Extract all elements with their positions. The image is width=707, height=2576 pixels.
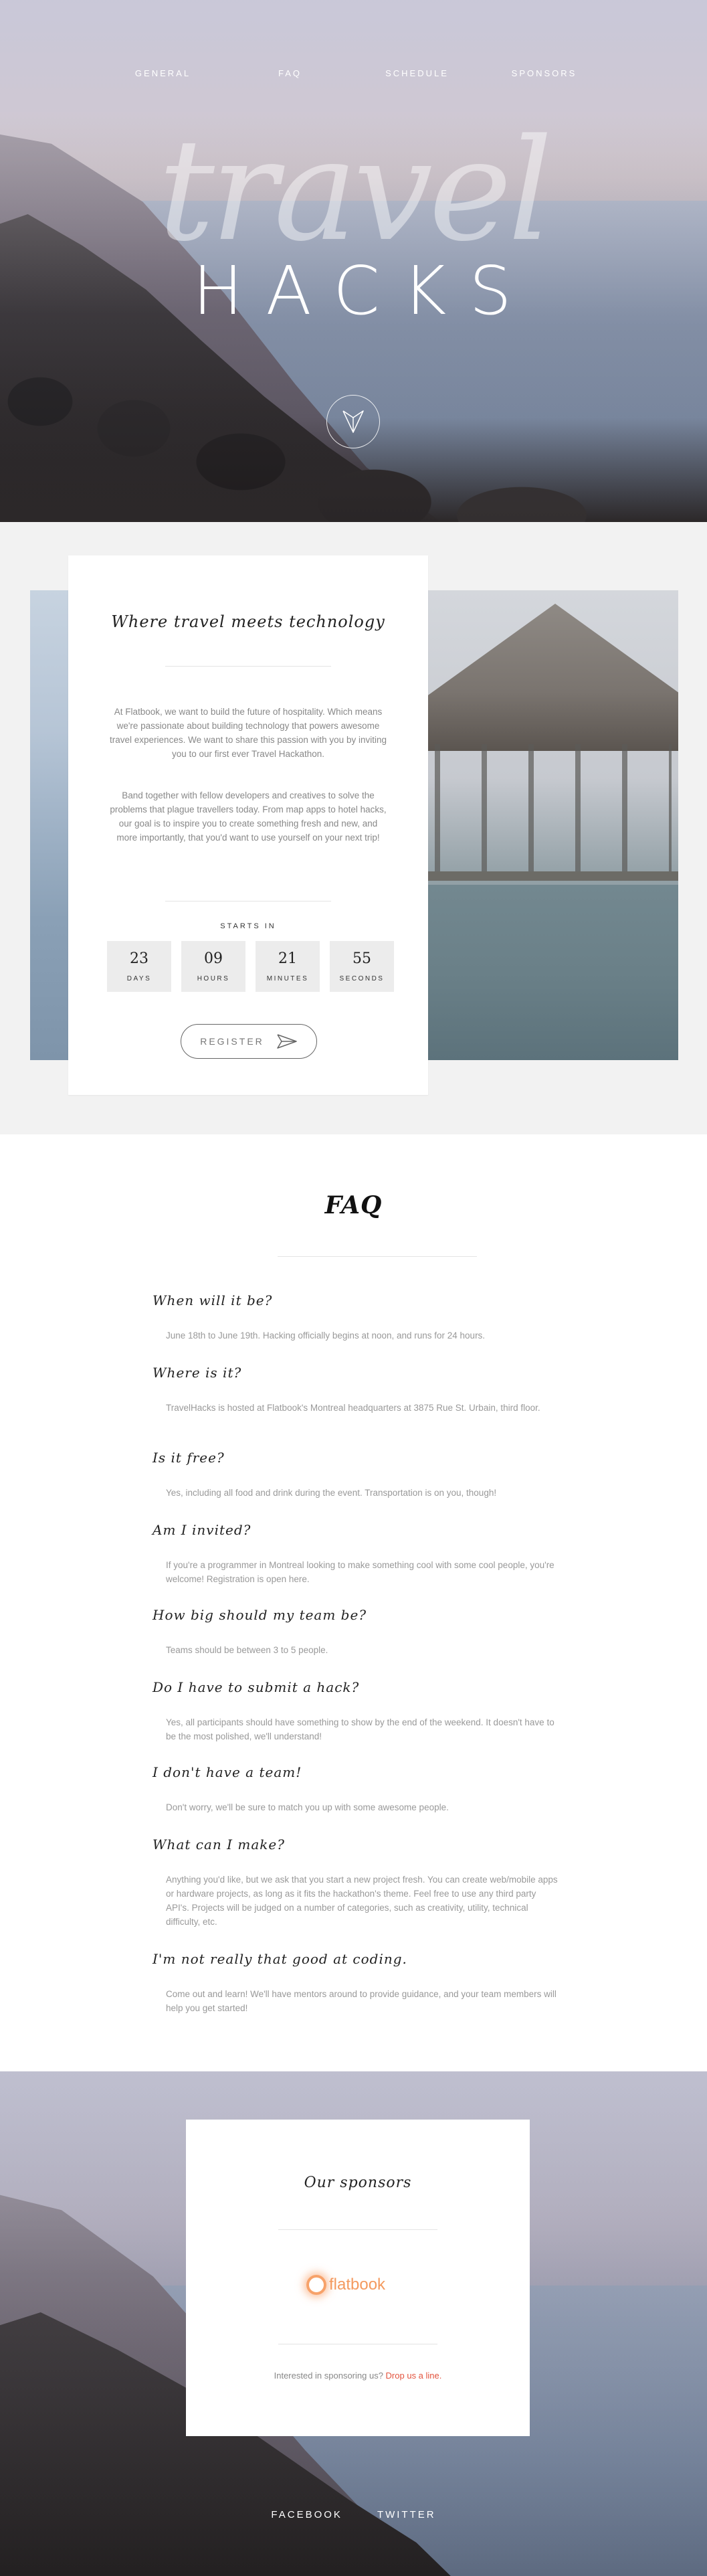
hut-photo	[428, 590, 678, 1060]
faq-question: I'm not really that good at coding.	[153, 1951, 407, 1967]
countdown-value: 55	[352, 950, 371, 967]
faq-question: When will it be?	[153, 1292, 273, 1308]
faq-answer: Yes, including all food and drink during…	[166, 1488, 497, 1498]
flatbook-logo-text: flatbook	[329, 2276, 386, 2294]
countdown-label: SECONDS	[339, 975, 385, 982]
divider	[278, 2229, 437, 2230]
sponsor-inquiry-text: Interested in sponsoring us?	[274, 2371, 386, 2381]
countdown-label: MINUTES	[266, 975, 309, 982]
nav-item-schedule[interactable]: SCHEDULE	[354, 68, 481, 78]
twitter-link[interactable]: TWITTER	[377, 2509, 436, 2520]
countdown-value: 09	[204, 950, 223, 967]
faq-question: Am I invited?	[153, 1522, 251, 1538]
countdown-seconds: 55 SECONDS	[330, 941, 394, 992]
nav-item-faq[interactable]: FAQ	[227, 68, 354, 78]
faq-question: What can I make?	[153, 1836, 285, 1853]
paper-plane-icon	[342, 410, 364, 433]
hut-roof	[428, 604, 678, 751]
flatbook-logo-link[interactable]: flatbook	[306, 2275, 385, 2295]
faq-answer: Teams should be between 3 to 5 people.	[166, 1645, 328, 1655]
facebook-link[interactable]: FACEBOOK	[271, 2509, 342, 2520]
starts-in-label: STARTS IN	[220, 922, 276, 930]
faq-question: I don't have a team!	[153, 1764, 302, 1780]
sponsor-inquiry: Interested in sponsoring us? Drop us a l…	[186, 2371, 530, 2381]
faq-answer: If you're a programmer in Montreal looki…	[166, 1560, 554, 1584]
nav-item-general[interactable]: GENERAL	[100, 68, 227, 78]
intro-card: Where travel meets technology At Flatboo…	[68, 555, 428, 1095]
faq-answer: Come out and learn! We'll have mentors a…	[166, 1989, 557, 2013]
footer-links: FACEBOOK TWITTER	[0, 2509, 707, 2520]
nav-item-sponsors[interactable]: SPONSORS	[481, 68, 608, 78]
divider	[278, 1256, 477, 1257]
hero-section: GENERAL FAQ SCHEDULE SPONSORS travel HAC…	[0, 0, 707, 522]
faq-answer: Anything you'd like, but we ask that you…	[166, 1875, 558, 1927]
top-nav: GENERAL FAQ SCHEDULE SPONSORS	[0, 68, 707, 78]
faq-answer: Yes, all participants should have someth…	[166, 1717, 554, 1741]
register-label: REGISTER	[200, 1036, 264, 1047]
faq-answer: TravelHacks is hosted at Flatbook's Mont…	[166, 1403, 540, 1413]
faq-answer: June 18th to June 19th. Hacking official…	[166, 1330, 486, 1341]
sponsors-title: Our sponsors	[304, 2174, 412, 2191]
hut-deck	[435, 744, 672, 878]
logo-script-text: travel	[158, 108, 552, 272]
divider	[165, 666, 331, 667]
faq-section: FAQ When will it be? June 18th to June 1…	[0, 1134, 707, 2071]
faq-question: Where is it?	[153, 1365, 242, 1381]
countdown-value: 23	[130, 950, 148, 967]
faq-question: Is it free?	[153, 1450, 225, 1466]
faq-question: How big should my team be?	[153, 1607, 367, 1623]
countdown-minutes: 21 MINUTES	[256, 941, 320, 992]
logo-caps-text: HACKS	[193, 252, 534, 330]
contact-link[interactable]: Drop us a line.	[386, 2371, 442, 2381]
faq-question: Do I have to submit a hack?	[153, 1679, 360, 1695]
scroll-down-button[interactable]	[326, 395, 380, 448]
hut-floor	[428, 871, 678, 881]
faq-answer: Don't worry, we'll be sure to match you …	[166, 1802, 449, 1812]
register-button[interactable]: REGISTER	[181, 1024, 317, 1059]
faq-title: FAQ	[324, 1191, 383, 1219]
countdown-label: DAYS	[126, 975, 152, 982]
intro-paragraph: At Flatbook, we want to build the future…	[110, 707, 387, 759]
intro-title: Where travel meets technology	[111, 612, 385, 631]
countdown-value: 21	[278, 950, 297, 967]
countdown-label: HOURS	[197, 975, 230, 982]
countdown-hours: 09 HOURS	[181, 941, 245, 992]
hut-water	[428, 885, 678, 1060]
intro-paragraph: Band together with fellow developers and…	[110, 790, 387, 843]
sea-photo	[30, 590, 70, 1060]
sponsors-card: Our sponsors flatbook Interested in spon…	[186, 2120, 530, 2436]
paper-plane-icon	[277, 1034, 297, 1049]
countdown-days: 23 DAYS	[107, 941, 171, 992]
flatbook-logo-icon	[306, 2275, 326, 2295]
